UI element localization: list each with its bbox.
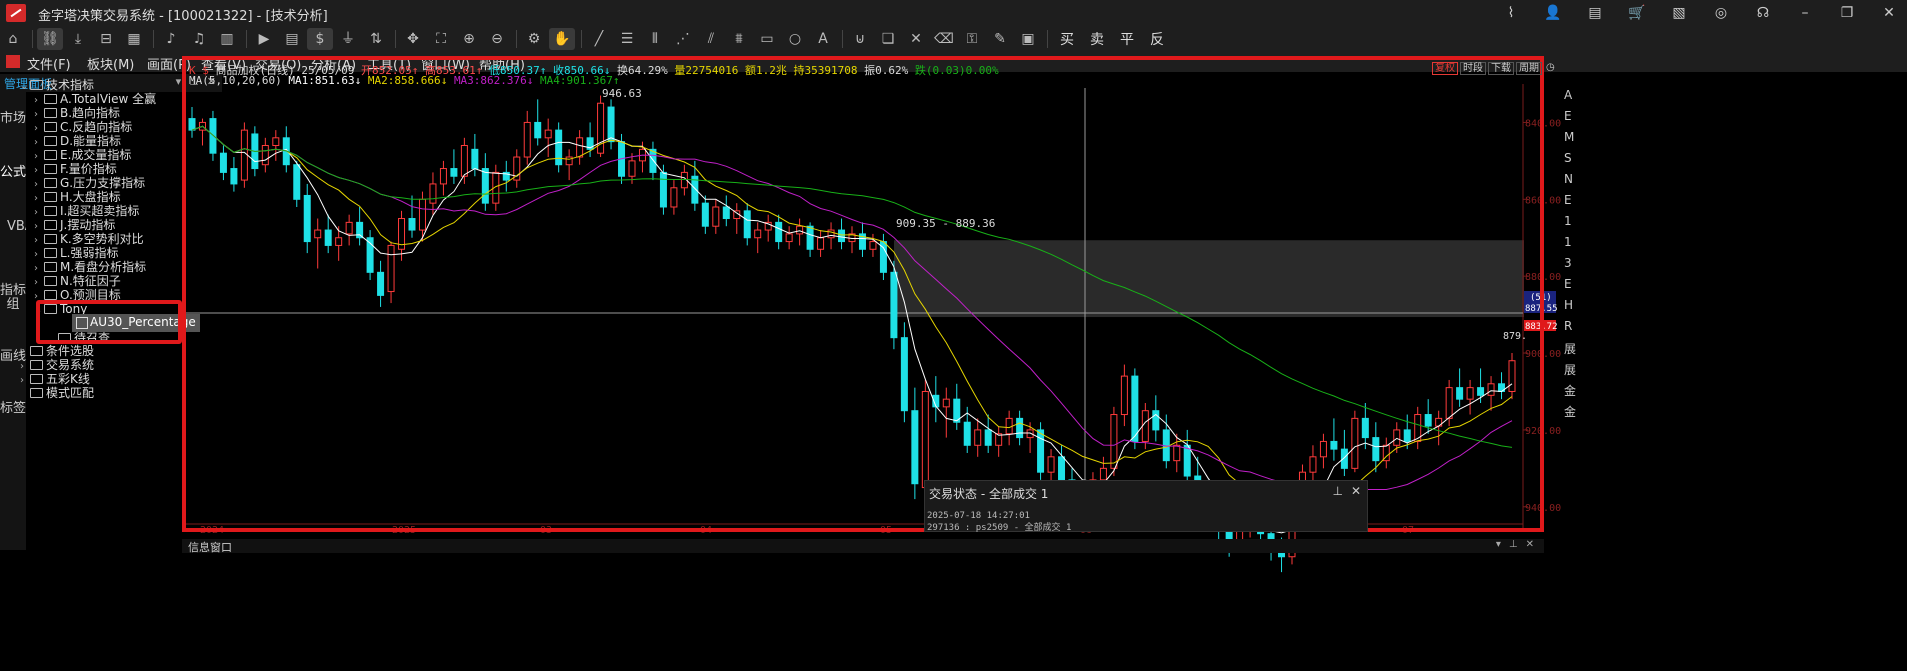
- ma3-value: MA3:862.376: [453, 74, 527, 87]
- ma2-value: MA2:858.666: [367, 74, 441, 87]
- trade-detail: 297136 : ps2509 - 全部成交 1: [927, 523, 1072, 533]
- trade-close-button[interactable]: ✕: [1351, 484, 1361, 498]
- trade-status-title: 交易状态 - 全部成交 1: [929, 487, 1049, 501]
- right-panel-strip: AEMSNE113EHR展展金金: [1548, 60, 1576, 540]
- chart-highlight-box: [182, 56, 1544, 532]
- info-pin-icon[interactable]: ⊥: [1509, 539, 1518, 550]
- trade-panel-controls: ⊥ ✕: [1332, 484, 1361, 498]
- info-close-button[interactable]: ✕: [1526, 539, 1534, 550]
- chart-turnover: 换64.29%: [616, 64, 668, 77]
- ma4-value: MA4:901.367: [540, 74, 613, 87]
- ma-label: MA(5,10,20,60): [189, 74, 282, 87]
- right-strip-char: R: [1564, 319, 1573, 333]
- info-window-label: 信息窗口: [188, 541, 232, 554]
- right-strip-char: N: [1564, 172, 1573, 186]
- right-strip-char: 3: [1564, 256, 1572, 270]
- info-window-controls: ▾ ⊥ ✕: [1496, 539, 1534, 550]
- adjust-button[interactable]: 复权: [1432, 62, 1458, 75]
- right-strip-char: 金: [1564, 384, 1577, 398]
- right-strip-char: 展: [1564, 342, 1577, 356]
- chart-buttons: 复权 时段 下载 周期 ◷: [1432, 62, 1557, 75]
- chart-amplitude: 振0.62%: [864, 64, 909, 77]
- ma1-value: MA1:851.63: [288, 74, 355, 87]
- right-strip-char: E: [1564, 109, 1572, 123]
- right-strip-char: 1: [1564, 235, 1572, 249]
- ma1-arrow: ↓: [354, 74, 362, 87]
- ma3-arrow: ↓: [526, 74, 534, 87]
- session-button[interactable]: 时段: [1460, 62, 1486, 75]
- ma2-arrow: ↓: [440, 74, 448, 87]
- chart-amount: 额1.2兆: [744, 64, 787, 77]
- ma4-arrow: ↑: [612, 74, 620, 87]
- right-strip-char: M: [1564, 130, 1575, 144]
- right-strip-char: E: [1564, 277, 1572, 291]
- right-strip-char: H: [1564, 298, 1574, 312]
- chart-change: 跌(0.03)0.00%: [914, 64, 999, 77]
- right-strip-char: 展: [1564, 363, 1577, 377]
- info-menu-button[interactable]: ▾: [1496, 539, 1501, 550]
- right-strip-char: S: [1564, 151, 1572, 165]
- chart-volume: 量22754016: [674, 64, 739, 77]
- right-strip-char: E: [1564, 193, 1572, 207]
- right-strip-char: 金: [1564, 405, 1577, 419]
- ma-legend: MA(5,10,20,60) MA1:851.63↓ MA2:858.666↓ …: [189, 74, 620, 87]
- chart-open-interest: 持35391708: [793, 64, 858, 77]
- info-window-bar: 信息窗口 ▾ ⊥ ✕: [182, 539, 1544, 554]
- trade-pin-icon[interactable]: ⊥: [1332, 484, 1342, 498]
- download-button[interactable]: 下载: [1488, 62, 1514, 75]
- right-strip-char: A: [1564, 88, 1573, 102]
- right-strip-char: 1: [1564, 214, 1572, 228]
- trade-status-panel: 交易状态 - 全部成交 1 ⊥ ✕ 2025-07-18 14:27:01 29…: [924, 480, 1368, 533]
- period-button[interactable]: 周期: [1516, 62, 1542, 75]
